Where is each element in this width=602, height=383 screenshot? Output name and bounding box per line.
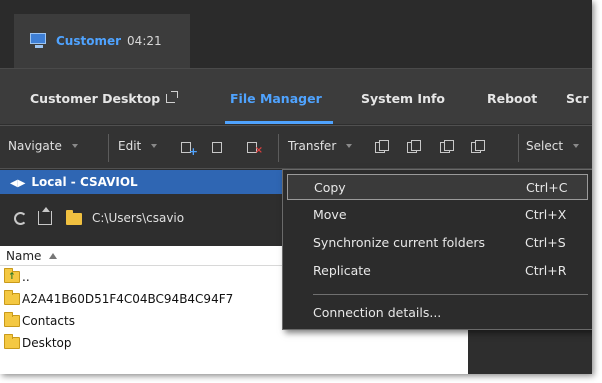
edit-menu-button[interactable]: Edit — [118, 139, 158, 153]
nav-system-info-label: System Info — [361, 91, 445, 106]
menu-item-shortcut: Ctrl+S — [525, 235, 566, 250]
move-icon[interactable] — [407, 140, 421, 154]
session-name: Customer — [56, 34, 122, 48]
monitor-icon — [30, 33, 48, 49]
local-panel-header[interactable]: ◀▶ Local - CSAVIOL — [0, 170, 290, 194]
menu-item-connection-details[interactable]: Connection details... — [287, 300, 588, 326]
file-manager-toolbar: Navigate Edit + × Transfer Select — [0, 125, 592, 169]
nav-system-info[interactable]: System Info — [361, 91, 445, 106]
parent-folder-icon[interactable] — [38, 207, 52, 225]
file-name: Contacts — [22, 314, 75, 328]
select-label: Select — [526, 139, 564, 153]
menu-item-label: Copy — [314, 180, 346, 195]
file-name: Desktop — [22, 336, 72, 350]
folder-icon — [4, 312, 20, 327]
session-tab-strip: Customer 04:21 — [0, 0, 592, 68]
transfer-menu-button[interactable]: Transfer — [288, 139, 353, 153]
swap-panels-icon[interactable]: ◀▶ — [10, 172, 25, 196]
session-nav-bar: Customer Desktop File Manager System Inf… — [0, 68, 592, 124]
folder-icon — [4, 334, 20, 349]
menu-item-replicate[interactable]: Replicate Ctrl+R — [287, 258, 588, 284]
sort-ascending-icon — [49, 253, 58, 259]
chevron-down-icon — [71, 144, 78, 148]
file-name: .. — [22, 270, 30, 284]
list-item[interactable]: Desktop — [0, 332, 468, 354]
nav-reboot[interactable]: Reboot — [487, 91, 537, 106]
navigate-menu-button[interactable]: Navigate — [8, 139, 78, 153]
nav-file-manager[interactable]: File Manager — [230, 91, 322, 106]
nav-screen-truncated[interactable]: Scr — [566, 91, 589, 106]
remote-support-window: Customer 04:21 Customer Desktop File Man… — [0, 0, 592, 374]
menu-item-label: Connection details... — [313, 305, 442, 320]
edit-label: Edit — [118, 139, 142, 153]
local-path-bar: C:\Users\csavio — [0, 194, 290, 246]
menu-item-label: Synchronize current folders — [313, 235, 486, 250]
menu-item-shortcut: Ctrl+X — [525, 207, 567, 222]
toolbar-divider — [518, 134, 519, 162]
chevron-down-icon — [573, 144, 580, 148]
parent-folder-icon: ↑ — [4, 268, 20, 283]
chevron-down-icon — [346, 144, 353, 148]
new-folder-icon[interactable]: + — [181, 140, 198, 157]
select-menu-button[interactable]: Select — [526, 139, 580, 153]
toolbar-divider — [278, 134, 279, 162]
refresh-icon[interactable] — [14, 212, 27, 225]
folder-icon — [66, 210, 82, 225]
nav-customer-desktop[interactable]: Customer Desktop — [30, 91, 179, 106]
menu-divider — [313, 294, 588, 295]
menu-item-copy[interactable]: Copy Ctrl+C — [287, 174, 588, 200]
sync-icon[interactable] — [440, 140, 454, 154]
folder-icon — [4, 290, 20, 305]
nav-file-manager-label: File Manager — [230, 91, 322, 106]
menu-item-label: Replicate — [313, 263, 371, 278]
current-path[interactable]: C:\Users\csavio — [92, 211, 184, 225]
active-tab-indicator — [225, 121, 333, 124]
nav-reboot-label: Reboot — [487, 91, 538, 106]
navigate-label: Navigate — [8, 139, 62, 153]
replicate-icon[interactable] — [471, 140, 485, 154]
menu-item-label: Move — [313, 207, 347, 222]
toolbar-divider — [108, 134, 109, 162]
menu-item-synchronize[interactable]: Synchronize current folders Ctrl+S — [287, 230, 588, 256]
session-time: 04:21 — [127, 34, 162, 48]
external-link-icon — [166, 91, 179, 103]
menu-item-shortcut: Ctrl+R — [525, 263, 567, 278]
chevron-down-icon — [151, 144, 158, 148]
rename-icon[interactable] — [212, 140, 226, 154]
transfer-label: Transfer — [288, 139, 337, 153]
delete-icon[interactable]: × — [247, 140, 263, 156]
local-panel-title: Local - CSAVIOL — [31, 175, 138, 189]
copy-icon[interactable] — [375, 140, 389, 154]
menu-item-move[interactable]: Move Ctrl+X — [287, 202, 588, 228]
menu-item-shortcut: Ctrl+C — [526, 180, 568, 195]
nav-customer-desktop-label: Customer Desktop — [30, 91, 161, 106]
nav-screen-label: Scr — [566, 91, 589, 106]
file-name: A2A41B60D51F4C04BC94B4C94F7 — [22, 292, 234, 306]
column-name-label: Name — [6, 249, 42, 263]
session-tab-customer[interactable]: Customer 04:21 — [14, 14, 190, 68]
transfer-dropdown-menu: Copy Ctrl+C Move Ctrl+X Synchronize curr… — [282, 169, 592, 330]
